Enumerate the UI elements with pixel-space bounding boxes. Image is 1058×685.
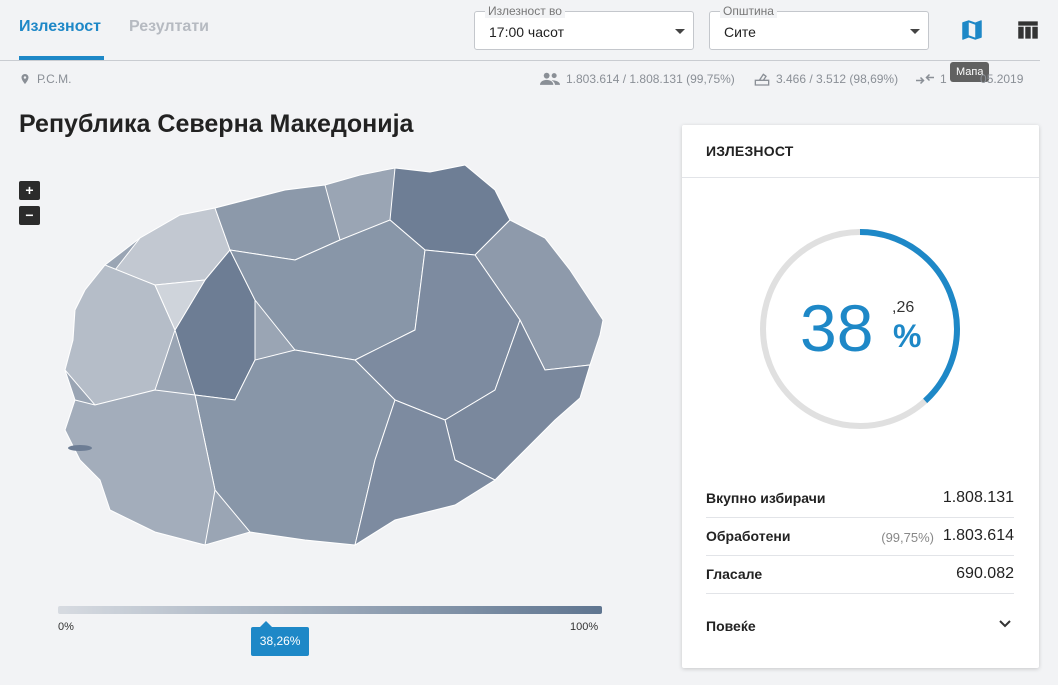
- compare-arrows-icon: [916, 73, 934, 85]
- stat-label: Вкупно избирачи: [706, 490, 826, 506]
- scale-max-label: 100%: [570, 621, 599, 633]
- ballot-box-icon: [754, 73, 770, 86]
- location-info: Р.С.М.: [19, 72, 71, 86]
- region-southwest[interactable]: [64, 389, 216, 546]
- people-icon: [540, 72, 560, 85]
- voters-info: 1.803.614 / 1.808.131 (99,75%): [540, 72, 735, 86]
- tab-turnout[interactable]: Излезност: [19, 18, 101, 36]
- turnout-color-scale: [58, 606, 602, 614]
- turnout-card: ИЗЛЕЗНОСТ 38 ,26 % Вкупно избирачи 1.808…: [682, 125, 1039, 668]
- card-divider: [682, 177, 1039, 178]
- active-tab-indicator: [19, 56, 104, 60]
- scale-min-label: 0%: [58, 621, 74, 633]
- turnout-percent-integer: 38: [800, 291, 874, 365]
- municipality-legend: Општина: [720, 4, 777, 18]
- chevron-down-icon: [999, 620, 1011, 628]
- caret-down-icon: [910, 29, 920, 34]
- turnout-percent-decimal: ,26: [892, 299, 915, 316]
- map-view-button[interactable]: [956, 14, 988, 46]
- zoom-out-button[interactable]: −: [19, 206, 40, 225]
- more-expander[interactable]: Повеќе: [706, 611, 1014, 641]
- turnout-time-value: 17:00 часот: [489, 24, 565, 40]
- municipality-map[interactable]: [55, 160, 615, 555]
- stat-value: 1.803.614: [942, 527, 1014, 544]
- card-title: ИЗЛЕЗНОСТ: [706, 143, 794, 159]
- stat-row-voted: Гласале 690.082: [706, 556, 1014, 594]
- caret-down-icon: [675, 29, 685, 34]
- stat-percent: (99,75%): [881, 530, 934, 545]
- location-label: Р.С.М.: [37, 72, 72, 86]
- municipality-select[interactable]: Општина Сите: [709, 4, 929, 50]
- location-pin-icon: [21, 74, 29, 84]
- turnout-time-legend: Излезност во: [485, 4, 565, 18]
- stat-label: Гласале: [706, 566, 763, 582]
- stat-value: 690.082: [956, 565, 1014, 582]
- date-label: 1 05.2019: [940, 72, 1024, 86]
- zoom-in-button[interactable]: +: [19, 181, 40, 200]
- municipality-value: Сите: [724, 24, 756, 40]
- top-bar: Излезност Резултати Излезност во 17:00 ч…: [0, 0, 1040, 61]
- voters-count: 1.803.614 / 1.808.131 (99,75%): [566, 72, 735, 86]
- map-icon: [962, 20, 982, 40]
- stat-label: Обработени: [706, 528, 791, 544]
- lake-ohrid: [68, 445, 92, 451]
- stat-row-total-voters: Вкупно избирачи 1.808.131: [706, 480, 1014, 518]
- more-label: Повеќе: [706, 618, 756, 634]
- table-icon: [1018, 21, 1038, 39]
- scale-marker: 38,26%: [251, 621, 310, 656]
- date-info: 1 05.2019: [916, 72, 1023, 86]
- tab-results[interactable]: Резултати: [129, 18, 209, 36]
- stations-count: 3.466 / 3.512 (98,69%): [776, 72, 899, 86]
- page-title: Република Северна Македонија: [19, 110, 414, 138]
- table-view-button[interactable]: [1012, 14, 1044, 46]
- turnout-time-select[interactable]: Излезност во 17:00 часот: [474, 4, 694, 50]
- stat-value: 1.808.131: [942, 489, 1014, 506]
- stations-info: 3.466 / 3.512 (98,69%): [754, 72, 898, 86]
- turnout-percent-sign: %: [893, 318, 922, 354]
- stat-row-processed: Обработени (99,75%) 1.803.614: [706, 518, 1014, 556]
